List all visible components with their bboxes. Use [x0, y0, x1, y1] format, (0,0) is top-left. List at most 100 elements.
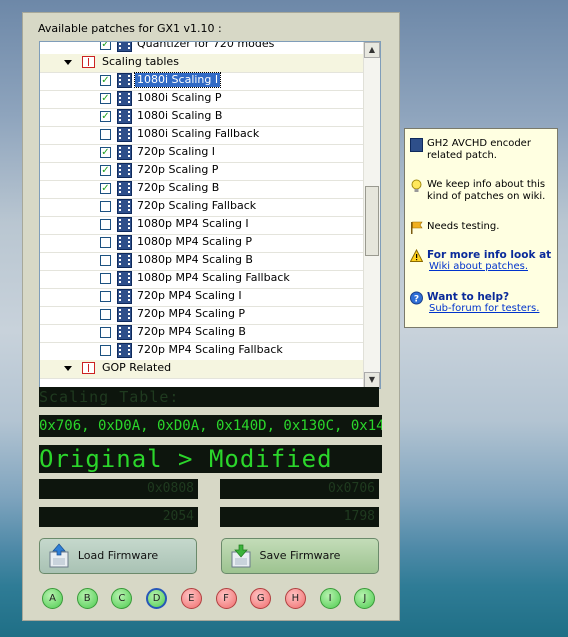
lcd-header-text: Scaling Table: [39, 388, 180, 406]
preset-button-d[interactable]: D [146, 588, 168, 609]
tree-category[interactable]: Scaling tables [40, 54, 380, 73]
patch-checkbox[interactable]: ✓ [100, 165, 111, 176]
lcd-modified-hex: 0x0706 [220, 479, 379, 499]
patch-checkbox[interactable]: ✓ [100, 93, 111, 104]
film-icon [117, 253, 132, 268]
tree-item[interactable]: 1080i Scaling Fallback [40, 126, 380, 145]
tree-item[interactable]: 1080p MP4 Scaling B [40, 252, 380, 271]
patch-label: 1080p MP4 Scaling I [137, 217, 249, 230]
patch-panel: Available patches for GX1 v1.10 : ✓ Quant… [22, 12, 400, 621]
tree-item[interactable]: 1080p MP4 Scaling Fallback [40, 270, 380, 289]
film-icon [117, 307, 132, 322]
preset-button-h[interactable]: H [284, 588, 306, 609]
original-hex-value: 0x0808 [147, 481, 194, 496]
tree-scrollbar[interactable]: ▲ ▼ [363, 42, 380, 388]
tree-item[interactable]: 720p MP4 Scaling B [40, 324, 380, 343]
info-tooltip: GH2 AVCHD encoder related patch. We keep… [404, 128, 558, 328]
preset-button-j[interactable]: J [354, 588, 376, 609]
film-icon [117, 325, 132, 340]
lcd-compare-text: Original > Modified [39, 445, 333, 473]
patch-checkbox[interactable]: ✓ [100, 42, 111, 50]
patch-checkbox[interactable] [100, 327, 111, 338]
expand-triangle-icon[interactable] [64, 60, 72, 65]
preset-button-c[interactable]: C [111, 588, 133, 609]
flag-icon [411, 221, 423, 234]
patch-label: 1080i Scaling I [133, 72, 222, 88]
warning-icon [410, 249, 423, 262]
original-dec-value: 2054 [162, 509, 194, 524]
patch-label: 1080p MP4 Scaling P [137, 235, 253, 248]
tree-item[interactable]: 720p MP4 Scaling Fallback [40, 342, 380, 361]
tree-item[interactable]: 1080p MP4 Scaling P [40, 234, 380, 253]
preset-button-f[interactable]: F [215, 588, 237, 609]
expand-triangle-icon[interactable] [64, 366, 72, 371]
patch-checkbox[interactable] [100, 201, 111, 212]
preset-button-b[interactable]: B [76, 588, 98, 609]
more-info-text: For more info look at [427, 249, 552, 261]
patch-tree[interactable]: ✓ Quantizer for 720 modes Scaling tables ✓ 1… [39, 41, 381, 389]
film-icon [117, 217, 132, 232]
scroll-thumb[interactable] [365, 186, 379, 256]
film-icon [117, 91, 132, 106]
film-icon [117, 181, 132, 196]
tree-item[interactable]: ✓ 1080i Scaling I [40, 72, 380, 91]
lcd-modified-dec: 1798 [220, 507, 379, 527]
flag-entry-text: Needs testing. [427, 221, 500, 232]
save-firmware-button[interactable]: Save Firmware [221, 538, 379, 574]
patch-checkbox[interactable] [100, 237, 111, 248]
patch-checkbox[interactable]: ✓ [100, 111, 111, 122]
preset-button-e[interactable]: E [180, 588, 202, 609]
help-icon: ? [410, 291, 423, 305]
patch-label: 720p Scaling P [137, 163, 219, 176]
scroll-down-button[interactable]: ▼ [364, 372, 380, 388]
film-icon [117, 42, 132, 52]
bulb-entry-text: We keep info about this kind of patches … [427, 179, 546, 202]
category-label: GOP Related [102, 361, 172, 374]
panel-title: Available patches for GX1 v1.10 : [38, 22, 222, 35]
preset-button-i[interactable]: I [319, 588, 341, 609]
tree-item[interactable]: ✓ 720p Scaling B [40, 180, 380, 199]
category-label: Scaling tables [102, 55, 179, 68]
patch-checkbox[interactable]: ✓ [100, 75, 111, 86]
tree-item[interactable]: ✓ 720p Scaling P [40, 162, 380, 181]
forum-link[interactable]: Sub-forum for testers. [429, 303, 568, 315]
film-icon [117, 73, 132, 88]
tree-item[interactable]: 720p MP4 Scaling I [40, 288, 380, 307]
film-icon [117, 127, 132, 142]
patch-checkbox[interactable] [100, 291, 111, 302]
load-firmware-label: Load Firmware [77, 549, 159, 562]
lightbulb-icon [411, 179, 422, 192]
tree-item[interactable]: ✓ 1080i Scaling P [40, 90, 380, 109]
patch-label: Quantizer for 720 modes [137, 41, 275, 50]
preset-button-a[interactable]: A [42, 588, 63, 609]
tree-item[interactable]: ✓ Quantizer for 720 modes [40, 41, 380, 55]
patch-label: 1080i Scaling B [137, 109, 223, 122]
film-icon [117, 163, 132, 178]
film-icon [117, 343, 132, 358]
wiki-link[interactable]: Wiki about patches. [429, 261, 568, 273]
tree-item[interactable]: 1080p MP4 Scaling I [40, 216, 380, 235]
tree-item[interactable]: 720p MP4 Scaling P [40, 306, 380, 325]
patch-label: 1080i Scaling Fallback [137, 127, 260, 140]
patch-checkbox[interactable] [100, 255, 111, 266]
load-firmware-button[interactable]: Load Firmware [39, 538, 197, 574]
patch-checkbox[interactable]: ✓ [100, 183, 111, 194]
patch-checkbox[interactable] [100, 219, 111, 230]
patch-checkbox[interactable] [100, 273, 111, 284]
patch-checkbox[interactable] [100, 129, 111, 140]
scroll-up-button[interactable]: ▲ [364, 42, 380, 58]
modified-dec-value: 1798 [343, 509, 375, 524]
film-icon [117, 199, 132, 214]
patch-checkbox[interactable]: ✓ [100, 147, 111, 158]
tree-item[interactable]: 720p Scaling Fallback [40, 198, 380, 217]
patch-label: 720p MP4 Scaling B [137, 325, 246, 338]
lcd-original-hex: 0x0808 [39, 479, 198, 499]
film-icon [117, 145, 132, 160]
patch-checkbox[interactable] [100, 345, 111, 356]
book-icon [82, 56, 95, 68]
tree-item[interactable]: ✓ 720p Scaling I [40, 144, 380, 163]
preset-button-g[interactable]: G [250, 588, 272, 609]
tree-item[interactable]: ✓ 1080i Scaling B [40, 108, 380, 127]
tree-category[interactable]: GOP Related [40, 360, 380, 379]
patch-checkbox[interactable] [100, 309, 111, 320]
